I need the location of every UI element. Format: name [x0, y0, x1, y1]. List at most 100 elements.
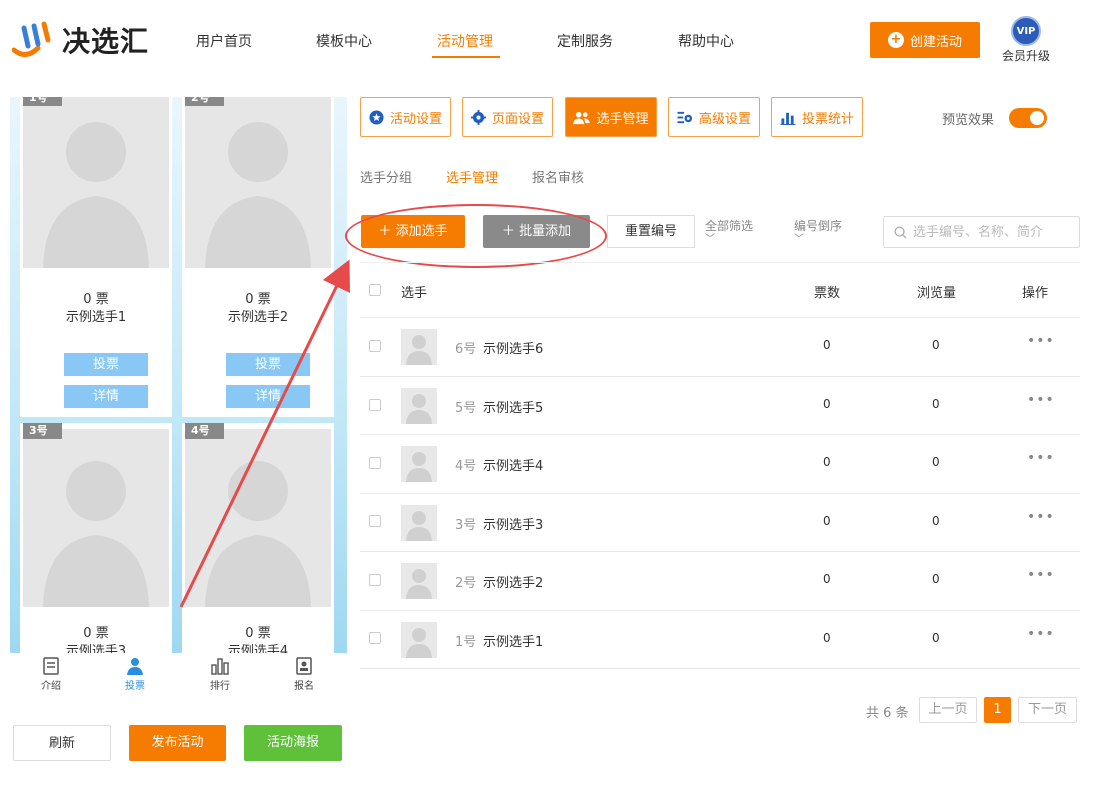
nav-item-help[interactable]: 帮助中心 — [678, 31, 734, 51]
tab-signup[interactable]: 报名 — [284, 657, 324, 692]
table-row[interactable]: 4号 示例选手4 0 0 ••• — [360, 435, 1080, 493]
player-name: 示例选手1 — [65, 310, 127, 325]
player-name: 示例选手3 — [483, 518, 544, 533]
row-checkbox[interactable] — [369, 632, 381, 644]
next-page-button[interactable]: 下一页 — [1018, 697, 1077, 723]
player-name: 示例选手1 — [483, 635, 544, 650]
create-activity-button[interactable]: + 创建活动 — [870, 22, 980, 58]
player-votes: 0 — [823, 338, 831, 352]
row-checkbox[interactable] — [369, 399, 381, 411]
filter-all-dropdown[interactable]: 全部筛选 ﹀ — [705, 217, 753, 245]
more-options-icon[interactable]: ••• — [1027, 392, 1055, 408]
player-number: 6号 — [455, 342, 477, 357]
player-number-tag: 3号 — [23, 423, 62, 439]
player-number: 5号 — [455, 401, 477, 416]
player-votes: 0 — [823, 455, 831, 469]
row-checkbox[interactable] — [369, 574, 381, 586]
player-name: 示例选手5 — [483, 401, 544, 416]
nav-item-custom-service[interactable]: 定制服务 — [557, 31, 613, 51]
player-name: 示例选手2 — [483, 576, 544, 591]
person-icon — [127, 658, 143, 675]
subtab-signup-review[interactable]: 报名审核 — [532, 167, 584, 186]
table-top-divider — [360, 262, 1080, 263]
more-options-icon[interactable]: ••• — [1027, 333, 1055, 349]
sort-dropdown[interactable]: 编号倒序 ﹀ — [794, 217, 842, 245]
table-row[interactable]: 2号 示例选手2 0 0 ••• — [360, 552, 1080, 610]
logo-text: 决选汇 — [62, 25, 150, 58]
detail-button[interactable]: 详情 — [64, 385, 148, 408]
tab-label: 页面设置 — [491, 111, 544, 127]
subtab-player-management[interactable]: 选手管理 — [446, 167, 498, 186]
tab-player-management[interactable]: 选手管理 — [565, 97, 657, 137]
nav-item-home[interactable]: 用户首页 — [196, 31, 252, 51]
row-checkbox[interactable] — [369, 457, 381, 469]
prev-page-button[interactable]: 上一页 — [919, 697, 977, 723]
preview-effect-label: 预览效果 — [942, 113, 995, 128]
more-options-icon[interactable]: ••• — [1027, 626, 1055, 642]
tab-intro[interactable]: 介绍 — [31, 657, 71, 692]
player-number-tag: 2号 — [185, 97, 224, 106]
player-votes: 0 票 — [83, 626, 109, 641]
player-avatar — [401, 622, 437, 658]
page-number-current[interactable]: 1 — [984, 697, 1011, 723]
vote-button[interactable]: 投票 — [64, 353, 148, 376]
tab-activity-settings[interactable]: 活动设置 — [360, 97, 451, 137]
preview-effect-toggle[interactable] — [1009, 108, 1047, 128]
subtab-player-groups[interactable]: 选手分组 — [360, 167, 412, 186]
nav-item-templates[interactable]: 模板中心 — [316, 31, 372, 51]
player-votes: 0 — [823, 631, 831, 645]
table-row[interactable]: 6号 示例选手6 0 0 ••• — [360, 318, 1080, 376]
search-input[interactable] — [913, 224, 1073, 240]
player-name: 示例选手4 — [483, 459, 544, 474]
vip-upgrade-link[interactable]: 会员升级 — [1002, 47, 1050, 64]
refresh-button[interactable]: 刷新 — [13, 725, 111, 761]
tab-vote[interactable]: 投票 — [115, 657, 155, 692]
search-box[interactable] — [883, 216, 1080, 248]
tab-page-settings[interactable]: 页面设置 — [462, 97, 553, 137]
tab-vote-statistics[interactable]: 投票统计 — [771, 97, 863, 137]
tab-ranking[interactable]: 排行 — [200, 657, 240, 692]
row-checkbox[interactable] — [369, 515, 381, 527]
row-divider — [360, 668, 1080, 669]
more-options-icon[interactable]: ••• — [1027, 509, 1055, 525]
activity-poster-button[interactable]: 活动海报 — [244, 725, 342, 761]
ranking-icon — [211, 658, 229, 675]
player-avatar — [401, 446, 437, 482]
tab-label: 投票 — [125, 681, 145, 692]
player-number: 3号 — [455, 518, 477, 533]
player-number: 4号 — [455, 459, 477, 474]
player-views: 0 — [932, 631, 940, 645]
vip-icon[interactable]: VIP — [1011, 16, 1041, 46]
row-checkbox[interactable] — [369, 340, 381, 352]
column-header-player: 选手 — [401, 286, 428, 301]
player-photo — [23, 429, 169, 607]
player-avatar — [401, 388, 437, 424]
nav-item-activity-management[interactable]: 活动管理 — [437, 31, 493, 51]
player-photo — [185, 97, 331, 268]
player-votes: 0 — [823, 572, 831, 586]
more-options-icon[interactable]: ••• — [1027, 450, 1055, 466]
player-votes: 0 — [823, 397, 831, 411]
logo-icon — [11, 20, 56, 60]
table-row[interactable]: 3号 示例选手3 0 0 ••• — [360, 494, 1080, 552]
users-icon — [573, 111, 591, 124]
preview-card: 1号 0 票 示例选手1 投票 详情 — [20, 97, 172, 417]
publish-activity-button[interactable]: 发布活动 — [129, 725, 226, 761]
select-all-checkbox[interactable] — [369, 284, 381, 296]
logo[interactable]: 决选汇 — [11, 20, 150, 60]
more-options-icon[interactable]: ••• — [1027, 567, 1055, 583]
player-views: 0 — [932, 338, 940, 352]
tab-label: 活动设置 — [389, 111, 442, 127]
advanced-settings-icon — [677, 111, 693, 123]
player-name: 示例选手4 — [227, 644, 289, 653]
gear-icon — [470, 109, 486, 125]
chevron-down-icon: ﹀ — [705, 234, 715, 245]
player-number: 1号 — [455, 635, 477, 650]
table-row[interactable]: 1号 示例选手1 0 0 ••• — [360, 611, 1080, 669]
table-row[interactable]: 5号 示例选手5 0 0 ••• — [360, 377, 1080, 435]
create-activity-label: 创建活动 — [909, 34, 962, 50]
tab-advanced-settings[interactable]: 高级设置 — [668, 97, 760, 137]
player-votes: 0 票 — [83, 292, 109, 307]
reset-numbering-button[interactable]: 重置编号 — [607, 215, 695, 248]
intro-icon — [43, 657, 59, 675]
